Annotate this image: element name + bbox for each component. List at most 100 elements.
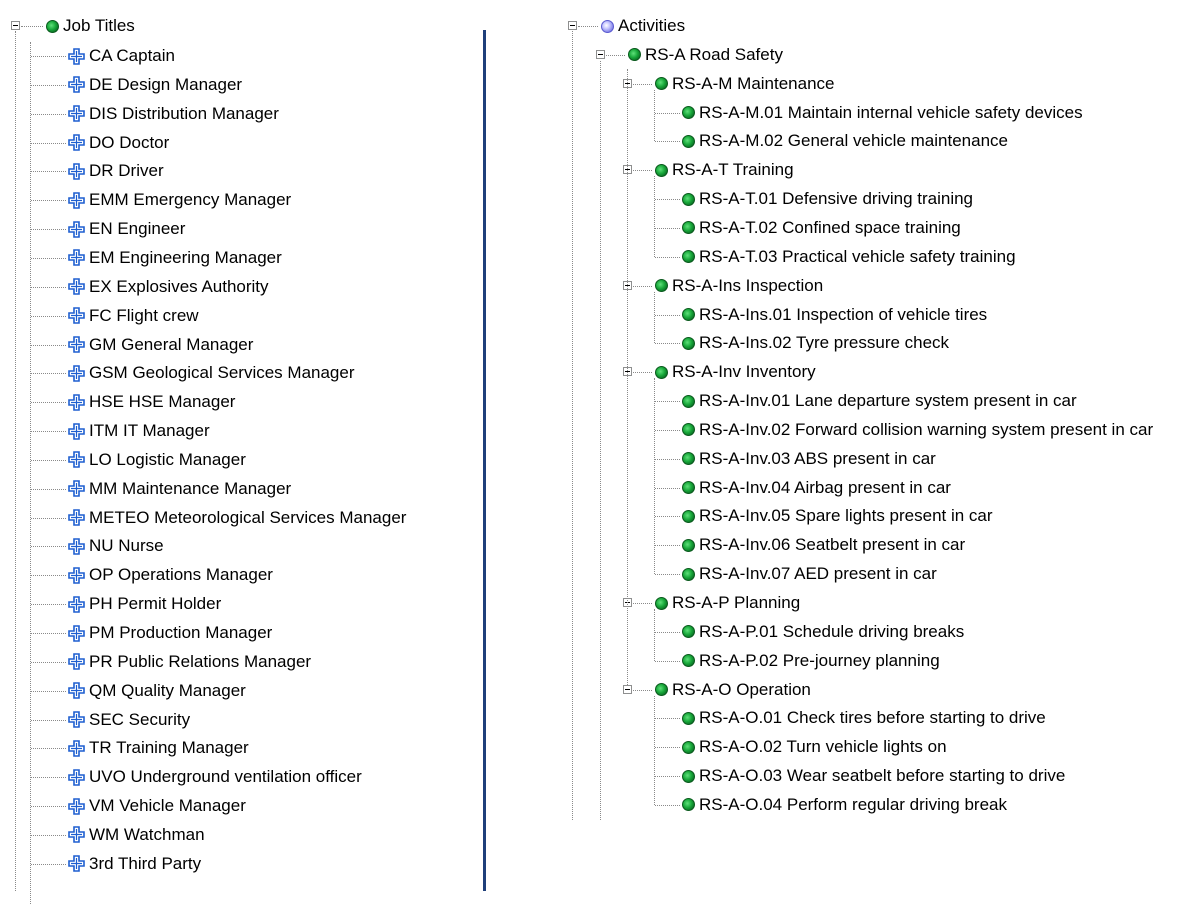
tree-connector xyxy=(654,378,655,575)
job-title-item[interactable]: UVO Underground ventilation officer xyxy=(68,763,362,791)
activity-item[interactable]: RS-A-Inv.02 Forward collision warning sy… xyxy=(682,416,1153,444)
green-dot-icon xyxy=(682,250,695,264)
tree-group-road-safety[interactable]: RS-A Road Safety xyxy=(628,41,783,69)
job-title-item[interactable]: ITM IT Manager xyxy=(68,417,210,445)
node-label: UVO Underground ventilation officer xyxy=(89,767,362,787)
node-label: EM Engineering Manager xyxy=(89,247,282,267)
job-title-item[interactable]: 3rd Third Party xyxy=(68,850,201,878)
blue-cross-icon xyxy=(68,826,85,844)
tree-connector xyxy=(31,56,66,57)
tree-connector xyxy=(655,199,680,201)
job-title-item[interactable]: GM General Manager xyxy=(68,331,253,359)
job-title-item[interactable]: EM Engineering Manager xyxy=(68,244,282,272)
tree-category[interactable]: RS-A-M Maintenance xyxy=(655,70,835,98)
job-title-item[interactable]: PM Production Manager xyxy=(68,619,272,647)
activity-item[interactable]: RS-A-Ins.01 Inspection of vehicle tires xyxy=(682,301,987,329)
job-title-item[interactable]: DIS Distribution Manager xyxy=(68,100,279,128)
tree-connector xyxy=(31,719,66,721)
job-title-item[interactable]: QM Quality Manager xyxy=(68,677,246,705)
activity-item[interactable]: RS-A-T.03 Practical vehicle safety train… xyxy=(682,243,1016,271)
tree-connector xyxy=(15,31,16,891)
job-title-item[interactable]: OP Operations Manager xyxy=(68,561,273,589)
node-label: RS-A-M.01 Maintain internal vehicle safe… xyxy=(699,102,1083,122)
tree-connector xyxy=(633,372,652,374)
activity-item[interactable]: RS-A-Inv.04 Airbag present in car xyxy=(682,474,951,502)
collapse-box-icon[interactable] xyxy=(623,684,632,694)
job-titles-tree: Job Titles CA Captain DE Design Manager DIS… xyxy=(0,0,486,904)
activity-item[interactable]: RS-A-T.02 Confined space training xyxy=(682,214,961,242)
tree-connector xyxy=(654,89,655,142)
activity-item[interactable]: RS-A-O.02 Turn vehicle lights on xyxy=(682,733,947,761)
activity-item[interactable]: RS-A-T.01 Defensive driving training xyxy=(682,185,973,213)
node-label: SEC Security xyxy=(89,709,191,729)
job-title-item[interactable]: WM Watchman xyxy=(68,821,205,849)
activity-item[interactable]: RS-A-O.01 Check tires before starting to… xyxy=(682,704,1046,732)
collapse-box-icon[interactable] xyxy=(568,21,577,30)
job-title-item[interactable]: DR Driver xyxy=(68,157,164,185)
job-title-item[interactable]: LO Logistic Manager xyxy=(68,446,246,474)
tree-connector xyxy=(655,804,680,806)
activity-item[interactable]: RS-A-Inv.03 ABS present in car xyxy=(682,445,936,473)
node-label: RS-A-Ins Inspection xyxy=(672,275,824,295)
job-title-item[interactable]: FC Flight crew xyxy=(68,302,199,330)
tree-connector xyxy=(627,68,628,685)
tree-connector xyxy=(655,401,680,403)
green-dot-icon xyxy=(682,452,695,466)
activity-item[interactable]: RS-A-M.01 Maintain internal vehicle safe… xyxy=(682,99,1083,127)
activity-item[interactable]: RS-A-O.04 Perform regular driving break xyxy=(682,791,1007,819)
job-title-item[interactable]: EN Engineer xyxy=(68,215,185,243)
green-dot-icon xyxy=(682,567,695,581)
activity-item[interactable]: RS-A-Ins.02 Tyre pressure check xyxy=(682,329,949,357)
node-label: RS-A-P Planning xyxy=(672,593,801,612)
job-title-item[interactable]: NU Nurse xyxy=(68,532,164,560)
tree-connector xyxy=(31,142,66,144)
activity-item[interactable]: RS-A-M.02 General vehicle maintenance xyxy=(682,127,1008,155)
tree-category[interactable]: RS-A-T Training xyxy=(655,156,794,184)
job-title-item[interactable]: DE Design Manager xyxy=(68,71,242,99)
tree-root-job-titles[interactable]: Job Titles xyxy=(46,12,135,40)
tree-connector xyxy=(655,227,680,229)
panel-splitter[interactable] xyxy=(483,30,486,891)
green-dot-icon xyxy=(682,711,695,725)
job-title-item[interactable]: TR Training Manager xyxy=(68,734,249,762)
blue-cross-icon xyxy=(68,249,85,267)
green-dot-icon xyxy=(655,279,668,293)
collapse-box-icon[interactable] xyxy=(11,21,20,30)
activity-item[interactable]: RS-A-Inv.01 Lane departure system presen… xyxy=(682,387,1077,415)
activity-item[interactable]: RS-A-O.03 Wear seatbelt before starting … xyxy=(682,762,1065,790)
activity-item[interactable]: RS-A-Inv.07 AED present in car xyxy=(682,560,937,588)
tree-category[interactable]: RS-A-Ins Inspection xyxy=(655,272,823,300)
tree-connector xyxy=(31,517,66,519)
job-title-item[interactable]: EX Explosives Authority xyxy=(68,273,269,301)
activity-item[interactable]: RS-A-P.01 Schedule driving breaks xyxy=(682,618,964,646)
job-title-item[interactable]: HSE HSE Manager xyxy=(68,388,235,416)
blue-cross-icon xyxy=(68,134,85,151)
node-label: NU Nurse xyxy=(89,536,164,556)
tree-category[interactable]: RS-A-O Operation xyxy=(655,676,811,704)
tree-category[interactable]: RS-A-P Planning xyxy=(655,589,800,617)
tree-connector xyxy=(655,458,680,460)
tree-connector xyxy=(654,695,655,805)
job-title-item[interactable]: GSM Geological Services Manager xyxy=(68,359,355,387)
tree-category[interactable]: RS-A-Inv Inventory xyxy=(655,358,816,386)
tree-connector xyxy=(31,315,66,317)
job-title-item[interactable]: METEO Meteorological Services Manager xyxy=(68,504,406,532)
green-dot-icon xyxy=(682,509,695,523)
tree-root-activities[interactable]: Activities xyxy=(601,12,685,40)
blue-cross-icon xyxy=(68,278,85,296)
job-title-item[interactable]: SEC Security xyxy=(68,706,190,734)
activity-item[interactable]: RS-A-Inv.05 Spare lights present in car xyxy=(682,502,993,530)
job-title-item[interactable]: MM Maintenance Manager xyxy=(68,475,291,503)
job-title-item[interactable]: PH Permit Holder xyxy=(68,590,221,618)
activity-item[interactable]: RS-A-P.02 Pre-journey planning xyxy=(682,647,940,675)
job-title-item[interactable]: CA Captain xyxy=(68,42,175,70)
node-label: RS-A-Inv.06 Seatbelt present in car xyxy=(699,535,966,555)
job-title-item[interactable]: PR Public Relations Manager xyxy=(68,648,311,676)
job-title-item[interactable]: EMM Emergency Manager xyxy=(68,186,291,214)
node-label: RS-A-Inv.02 Forward collision warning sy… xyxy=(699,419,1154,439)
job-title-item[interactable]: VM Vehicle Manager xyxy=(68,792,246,820)
collapse-box-icon[interactable] xyxy=(596,49,605,59)
node-label: PH Permit Holder xyxy=(89,594,222,614)
activity-item[interactable]: RS-A-Inv.06 Seatbelt present in car xyxy=(682,531,965,559)
job-title-item[interactable]: DO Doctor xyxy=(68,129,169,157)
